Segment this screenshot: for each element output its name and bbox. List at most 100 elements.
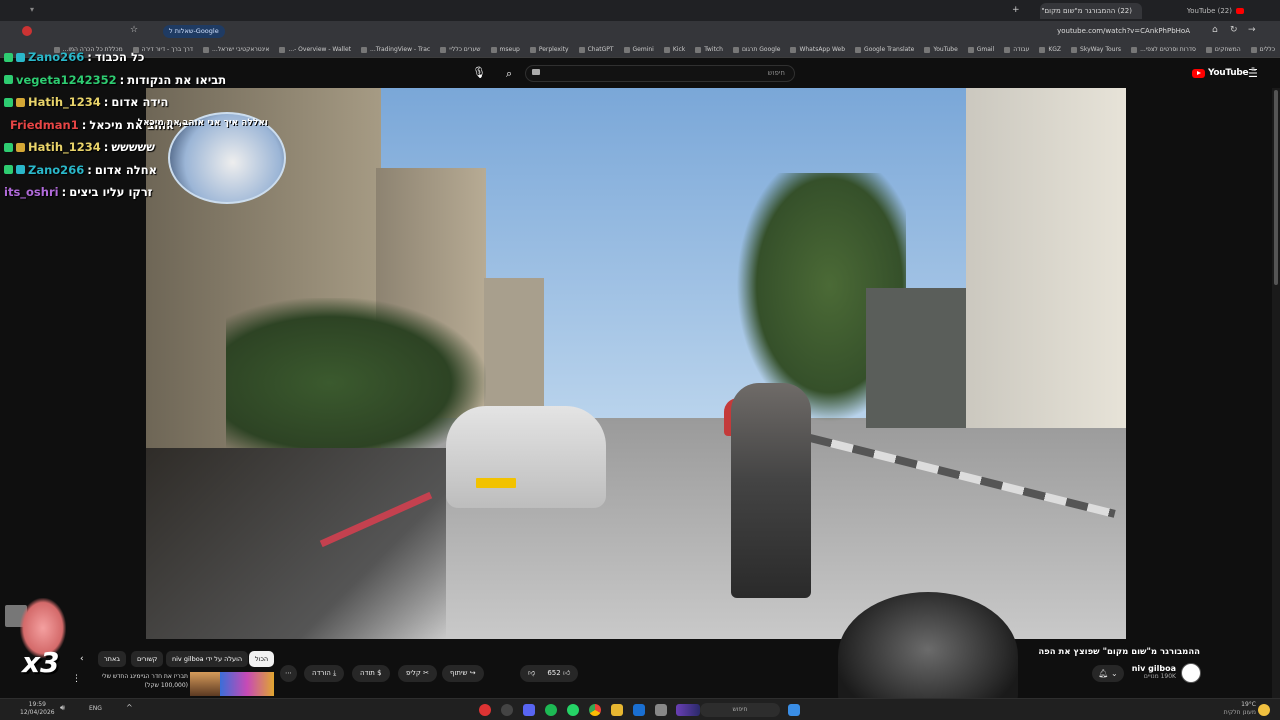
tab-video[interactable]: (22) ההמבורגר מ"שום מקום" ש... xyxy=(1040,3,1142,19)
video-shadow xyxy=(146,448,446,639)
clock[interactable]: 19:59 12/04/2026 xyxy=(20,701,55,717)
youtube-logo[interactable]: YouTube IL xyxy=(1192,67,1256,79)
channel-avatar[interactable] xyxy=(1181,663,1201,683)
widget-icon[interactable] xyxy=(676,704,700,716)
video-silver-car xyxy=(446,406,606,508)
bookmark-item[interactable]: כללים xyxy=(1246,42,1280,57)
bookmark-item[interactable]: Twitch xyxy=(690,42,728,57)
bookmark-item[interactable]: YouTube xyxy=(919,42,962,57)
clip-button[interactable]: ✂ קליפ xyxy=(398,665,437,682)
obs-icon[interactable] xyxy=(501,704,513,716)
tab-youtube-label: (22) YouTube xyxy=(1186,7,1232,15)
spotify-icon[interactable] xyxy=(545,704,557,716)
bookmark-item[interactable]: המשחקים xyxy=(1201,42,1246,57)
file-explorer-icon[interactable] xyxy=(611,704,623,716)
weather-desc: מעונן חלקית xyxy=(1223,709,1256,716)
new-tab-icon[interactable]: + xyxy=(1012,5,1020,15)
whatsapp-icon[interactable] xyxy=(567,704,579,716)
recommendation-thumbnail[interactable] xyxy=(220,672,274,696)
chrome-icon[interactable] xyxy=(589,704,601,716)
recommendation-menu-icon[interactable]: ⋮ xyxy=(72,674,81,684)
browser-tab-bar: (22) ההמבורגר מ"שום מקום" ש... (22) YouT… xyxy=(0,0,1280,21)
reload-icon[interactable]: ↻ xyxy=(1230,25,1238,35)
chip-related[interactable]: קשורים xyxy=(131,651,164,667)
bookmark-item[interactable]: Gmail xyxy=(963,42,1000,57)
bookmark-item[interactable]: WhatsApp Web xyxy=(785,42,850,57)
tray-expand-icon[interactable]: ^ xyxy=(126,703,133,712)
youtube-favicon-icon xyxy=(1236,8,1244,14)
tab-search-icon[interactable]: ▾ xyxy=(30,5,34,14)
bookmark-item[interactable]: Overview - Wallet -... xyxy=(274,42,356,57)
bookmark-item[interactable]: KGZ xyxy=(1034,42,1066,57)
bookmark-item[interactable]: Google Translate xyxy=(850,42,919,57)
meme-caption: ואללה איך אני אוהב את מיכאל xyxy=(137,118,268,128)
windows-start-icon[interactable] xyxy=(788,704,800,716)
chat-separator: : xyxy=(103,140,109,154)
bookmark-item[interactable]: Google תרגום xyxy=(728,42,786,57)
tab-youtube[interactable]: (22) YouTube xyxy=(1150,3,1250,19)
search-input[interactable]: חיפוש xyxy=(525,65,795,82)
bookmark-item[interactable]: ChatGPT xyxy=(574,42,619,57)
bookmark-item[interactable]: SkyWay Tours xyxy=(1066,42,1126,57)
back-icon[interactable]: → xyxy=(1248,25,1256,35)
like-dislike-button[interactable]: 👍︎ 652 👎︎ xyxy=(520,665,579,682)
language-indicator[interactable]: ENG xyxy=(89,705,102,712)
multiplier-text: x3 xyxy=(22,646,60,679)
search-icon[interactable]: ⌕ xyxy=(506,67,512,81)
recording-icon[interactable] xyxy=(479,704,491,716)
taskbar-search[interactable]: חיפוש xyxy=(700,703,780,717)
more-actions-button[interactable]: ⋯ xyxy=(280,665,297,682)
screen: (22) ההמבורגר מ"שום מקום" ש... (22) YouT… xyxy=(0,0,1280,720)
video-player[interactable] xyxy=(146,88,1126,639)
keyboard-icon[interactable] xyxy=(532,69,540,75)
chat-separator: : xyxy=(87,162,92,177)
youtube-logo-text: YouTube xyxy=(1208,68,1249,78)
thumbs-down-icon[interactable]: 👎︎ xyxy=(528,669,535,677)
chat-separator: : xyxy=(87,50,92,64)
bookmark-item[interactable]: Kick xyxy=(659,42,690,57)
profile-icon[interactable] xyxy=(22,26,32,36)
vip-badge-icon xyxy=(16,97,25,107)
bookmark-item[interactable]: סדרות וסרטים לצפי... xyxy=(1126,42,1201,57)
chip-watched[interactable]: באתר xyxy=(98,651,127,667)
volume-icon[interactable]: 🔊︎ xyxy=(60,703,65,713)
bookmark-item[interactable]: Perplexity xyxy=(525,42,574,57)
chip-uploaded-by[interactable]: הועלה על ידי niv gilboa xyxy=(166,651,249,667)
notification-bell-button[interactable]: 🔔︎ ⌄ xyxy=(1092,665,1124,682)
chat-text: ששששש xyxy=(111,140,155,154)
microphone-icon[interactable]: 🎙 xyxy=(472,66,486,79)
task-view-icon[interactable] xyxy=(655,704,667,716)
home-icon[interactable]: ⌂ xyxy=(1212,25,1218,35)
scrollbar-thumb[interactable] xyxy=(1274,90,1278,285)
bookmark-item[interactable]: mseup xyxy=(486,42,525,57)
bookmark-item[interactable]: TradingView - Trac... xyxy=(356,42,435,57)
chat-username: Hatih_1234 xyxy=(28,140,101,154)
chip-all[interactable]: הכול xyxy=(249,651,275,667)
bookmark-item[interactable]: Gemini xyxy=(619,42,659,57)
page-scrollbar[interactable] xyxy=(1272,88,1280,698)
discord-icon[interactable] xyxy=(523,704,535,716)
chip-prev-icon[interactable]: ‹ xyxy=(80,654,84,664)
recommendation-thumbnail-face[interactable] xyxy=(190,672,220,696)
bookmark-item[interactable]: עבודה xyxy=(999,42,1034,57)
store-icon[interactable] xyxy=(633,704,645,716)
youtube-play-icon xyxy=(1192,68,1205,78)
meme-bubble: ואללה איך אני אוהב את מיכאל xyxy=(137,112,286,204)
thanks-button[interactable]: $ תודה xyxy=(352,665,390,682)
url-field[interactable]: youtube.com/watch?v=CAnkPhPbHoA xyxy=(1000,25,1190,38)
video-pedestrian xyxy=(731,383,811,598)
thanks-icon: $ xyxy=(377,669,382,677)
recommendation-title[interactable]: תבריז את חדר הגיימינג החדש שלי (100,000 … xyxy=(92,672,188,690)
windows-taskbar: חיפוש 19:59 12/04/2026 ENG 🔊︎ ^ 19°C מעו… xyxy=(0,698,1280,720)
more-icon: ⋯ xyxy=(285,669,292,677)
thumbs-up-icon: 👍︎ xyxy=(562,669,571,677)
download-button[interactable]: ⤓ הורדה xyxy=(304,665,345,682)
google-ask-pill[interactable]: שאלות ל-Google xyxy=(163,25,225,38)
chat-separator: : xyxy=(119,72,125,87)
bookmark-item[interactable]: שערים כלליי xyxy=(435,42,485,57)
share-button[interactable]: ↪ שיתוף xyxy=(442,665,484,682)
chat-separator: : xyxy=(81,117,87,132)
bookmark-star-icon[interactable]: ☆ xyxy=(130,25,138,35)
weather-widget[interactable]: 19°C מעונן חלקית xyxy=(1210,701,1256,717)
chat-separator: : xyxy=(61,185,67,199)
